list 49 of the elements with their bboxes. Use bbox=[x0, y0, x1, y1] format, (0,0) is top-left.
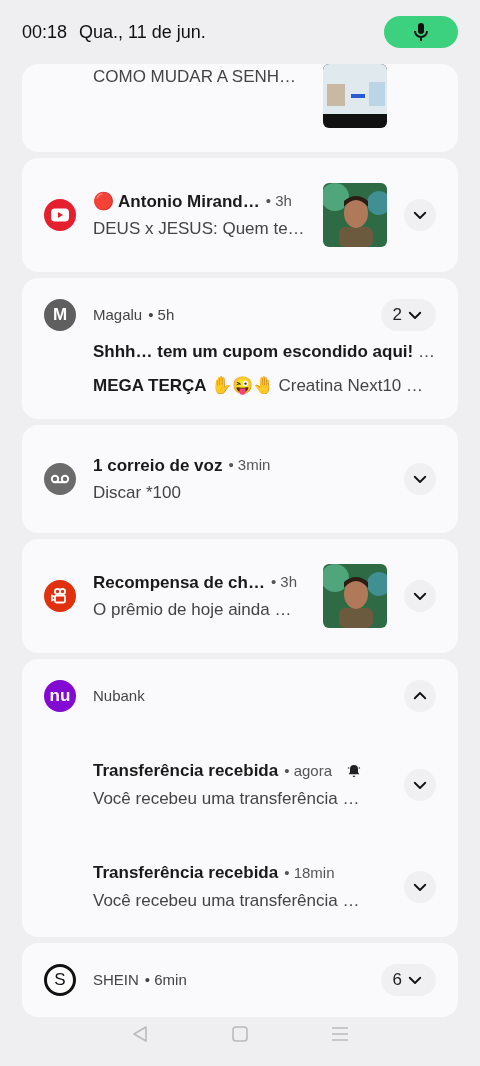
notification-text: Você recebeu uma transferência … bbox=[93, 889, 361, 912]
expand-button[interactable] bbox=[404, 870, 436, 903]
clock: 00:18 bbox=[22, 20, 68, 44]
notification-text: DEUS x JESUS: Quem te… bbox=[93, 218, 306, 240]
expand-button[interactable]: 6 bbox=[380, 964, 436, 996]
notification-time: • 5h bbox=[148, 304, 175, 325]
notification-card[interactable]: M Magalu • 5h 2 Shhh… tem um cupom escondido aqui! … MEGA TERÇA ✋😜🤚 Creatina Next10 … bbox=[22, 278, 458, 419]
expand-button[interactable]: 2 bbox=[380, 299, 436, 331]
expand-button[interactable] bbox=[404, 768, 436, 801]
microphone-button[interactable] bbox=[384, 16, 458, 48]
notification-text: MEGA TERÇA ✋😜🤚 Creatina Next10 … bbox=[92, 374, 425, 397]
notification-card[interactable]: S SHEIN • 6min 6 bbox=[22, 943, 458, 1017]
app-name: Nubank bbox=[93, 685, 146, 706]
notification-card[interactable]: 🔴 Antonio Mirand… • 3h DEUS x JESUS: Quem te… bbox=[22, 158, 458, 272]
notification-time: • 3h bbox=[265, 191, 292, 211]
notification-text: COMO MUDAR A SENH… bbox=[93, 66, 298, 88]
app-icon: S bbox=[44, 964, 76, 996]
notification-item[interactable]: Transferência recebida • agora Você recebeu uma transferência … bbox=[44, 712, 436, 814]
notification-card[interactable]: Recompensa de ch… • 3h O prêmio de hoje ainda … bbox=[22, 539, 458, 653]
notification-time: • 18min bbox=[284, 862, 335, 883]
notification-text: Shhh… tem um cupom escondido aqui! … bbox=[92, 341, 436, 363]
notification-title: Transferência recebida bbox=[93, 862, 279, 884]
expand-button[interactable] bbox=[404, 680, 436, 712]
notification-text: O prêmio de hoje ainda … bbox=[93, 599, 293, 621]
notification-card[interactable]: COMO MUDAR A SENH… bbox=[22, 64, 458, 152]
app-icon: M bbox=[44, 299, 76, 331]
date: Qua., 11 de jun. bbox=[79, 20, 207, 44]
microphone-icon bbox=[413, 22, 429, 42]
app-name: SHEIN bbox=[93, 969, 139, 990]
notification-item[interactable]: Transferência recebida • 18min Você recebeu uma transferência … bbox=[44, 814, 436, 916]
notification-text: Discar *100 bbox=[93, 482, 182, 504]
notification-title: Transferência recebida bbox=[93, 760, 279, 782]
notification-time: • 6min bbox=[144, 969, 187, 990]
video-play-icon bbox=[44, 199, 76, 231]
notification-time: • 3min bbox=[228, 455, 271, 475]
expand-button[interactable] bbox=[404, 580, 436, 612]
notification-time: • agora bbox=[284, 760, 332, 781]
expand-button[interactable] bbox=[404, 199, 436, 231]
notification-text: Você recebeu uma transferência … bbox=[93, 787, 361, 810]
camera-icon bbox=[44, 580, 76, 612]
notification-time: • 3h bbox=[270, 572, 298, 592]
app-name: Magalu bbox=[93, 304, 143, 325]
voicemail-icon bbox=[44, 463, 76, 495]
notification-title: 🔴 Antonio Mirand… bbox=[93, 190, 260, 213]
notification-title: 1 correio de voz bbox=[93, 454, 223, 477]
expand-button[interactable] bbox=[404, 463, 436, 495]
notification-card[interactable]: 1 correio de voz • 3min Discar *100 bbox=[22, 425, 458, 533]
app-icon: nu bbox=[44, 680, 76, 712]
notification-title: Recompensa de ch… bbox=[93, 571, 265, 594]
